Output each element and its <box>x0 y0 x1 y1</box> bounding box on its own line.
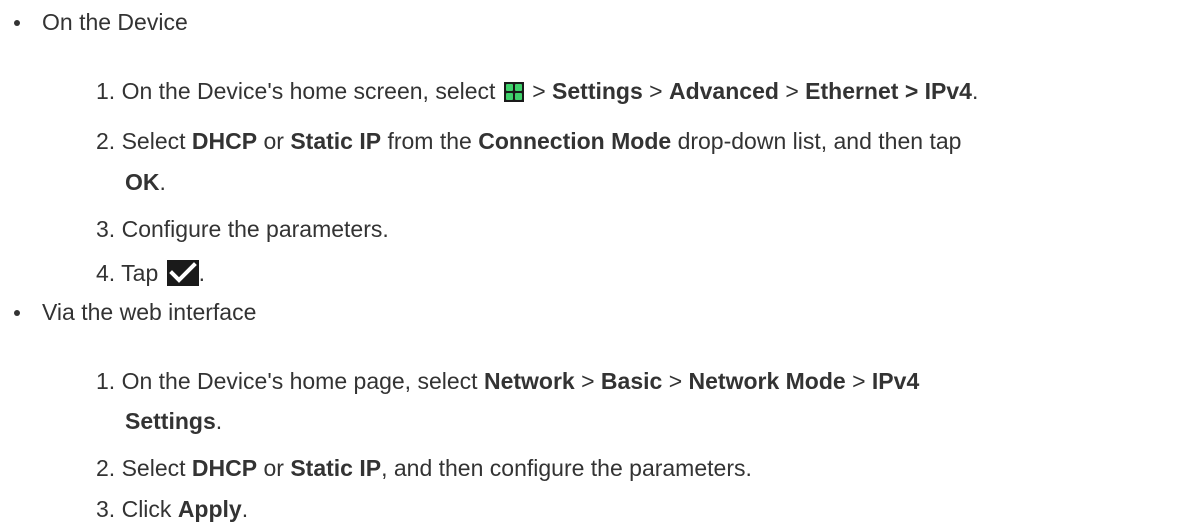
menu-ethernet-ipv4: Ethernet > IPv4 <box>805 78 972 104</box>
step-number: 3. <box>96 496 116 522</box>
option-dhcp: DHCP <box>191 128 258 154</box>
step-text: drop-down list, and then tap <box>677 128 962 154</box>
step-number: 4. <box>96 260 116 286</box>
bullet-dot <box>14 20 20 26</box>
step-number: 1. <box>96 368 116 394</box>
separator: > <box>668 368 683 394</box>
document: On the Device 1. On the Device's home sc… <box>0 0 1203 532</box>
separator: > <box>581 368 595 394</box>
step-device-2-continued: OK. <box>125 167 166 197</box>
option-static-ip: Static IP <box>290 128 382 154</box>
apps-grid-icon <box>503 82 524 102</box>
step-text: Tap <box>121 260 159 286</box>
bullet-title: On the Device <box>42 9 188 35</box>
field-connection-mode: Connection Mode <box>478 128 672 154</box>
step-web-1: 1. On the Device's home page, select Net… <box>96 366 919 396</box>
separator: > <box>852 368 866 394</box>
step-web-3: 3. Click Apply. <box>96 494 248 524</box>
button-apply: Apply <box>177 496 242 522</box>
step-number: 1. <box>96 78 116 104</box>
menu-network: Network <box>483 368 575 394</box>
step-text: Click <box>121 496 172 522</box>
step-device-1: 1. On the Device's home screen, select >… <box>96 76 978 106</box>
step-text: Configure the parameters. <box>121 216 389 242</box>
menu-ipv4: IPv4 <box>871 368 920 394</box>
step-device-2: 2. Select DHCP or Static IP from the Con… <box>96 126 961 156</box>
step-device-3: 3. Configure the parameters. <box>96 214 389 244</box>
button-ok: OK <box>125 169 160 195</box>
bullet-item-web-interface: Via the web interface <box>0 297 1203 327</box>
period: . <box>241 496 249 522</box>
period: . <box>971 78 979 104</box>
checkmark-icon <box>166 260 199 286</box>
period: . <box>215 408 223 434</box>
step-number: 2. <box>96 455 116 481</box>
menu-advanced: Advanced <box>668 78 779 104</box>
bullet-title: Via the web interface <box>42 299 257 325</box>
step-text: Select <box>121 128 186 154</box>
step-text: or <box>263 128 284 154</box>
step-web-1-continued: Settings. <box>125 406 222 436</box>
separator: > <box>532 78 546 104</box>
menu-basic: Basic <box>600 368 663 394</box>
step-text: or <box>263 455 284 481</box>
step-text: , and then configure the parameters. <box>381 455 752 481</box>
menu-ipv4-settings: Settings <box>125 408 216 434</box>
step-text: Select <box>121 455 186 481</box>
option-dhcp: DHCP <box>191 455 258 481</box>
menu-settings: Settings <box>552 78 643 104</box>
bullet-dot <box>14 310 20 316</box>
menu-network-mode: Network Mode <box>688 368 846 394</box>
step-text: On the Device's home page, select <box>121 368 478 394</box>
step-number: 2. <box>96 128 116 154</box>
option-static-ip: Static IP <box>290 455 382 481</box>
bullet-item-on-device: On the Device <box>0 7 1203 37</box>
step-text: On the Device's home screen, select <box>121 78 496 104</box>
separator: > <box>649 78 663 104</box>
separator: > <box>785 78 799 104</box>
step-number: 3. <box>96 216 116 242</box>
step-device-4: 4. Tap . <box>96 258 205 288</box>
step-text: from the <box>387 128 472 154</box>
step-web-2: 2. Select DHCP or Static IP, and then co… <box>96 453 752 483</box>
period: . <box>159 169 166 195</box>
period: . <box>198 260 206 286</box>
